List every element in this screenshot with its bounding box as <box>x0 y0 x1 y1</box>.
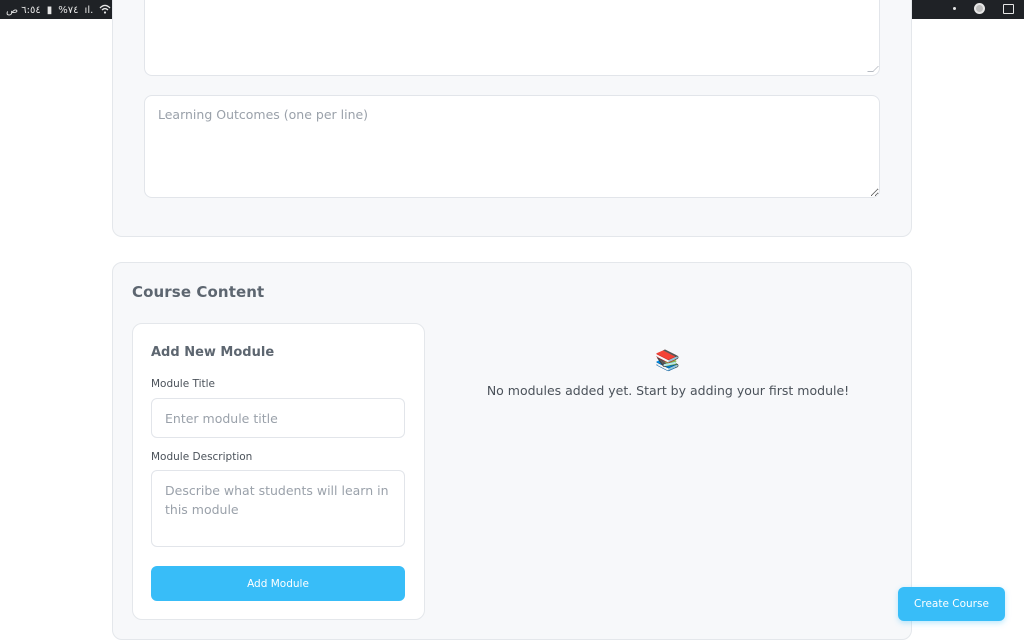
module-title-input[interactable] <box>151 398 405 438</box>
battery-level-text: %٧٤ <box>58 5 79 16</box>
module-title-label: Module Title <box>151 378 216 390</box>
learning-outcomes-field[interactable] <box>144 95 880 198</box>
create-course-button[interactable]: Create Course <box>898 587 1005 621</box>
battery-icon: ▮ <box>46 5 53 16</box>
clock-text: ٦:٥٤ ص <box>6 5 41 16</box>
status-bar-right <box>953 3 1014 14</box>
add-module-button[interactable]: Add Module <box>151 566 405 601</box>
gallery-icon <box>1003 3 1014 14</box>
description-textarea[interactable] <box>144 0 880 76</box>
resize-handle-icon[interactable] <box>867 66 879 72</box>
dot-icon <box>953 7 956 10</box>
wifi-icon <box>99 4 111 18</box>
signal-icon: ıl. <box>84 5 94 16</box>
record-icon <box>974 3 985 14</box>
books-icon: 📚 <box>655 348 680 372</box>
module-description-input[interactable] <box>151 470 405 547</box>
add-module-title: Add New Module <box>151 345 275 360</box>
empty-modules-message: No modules added yet. Start by adding yo… <box>486 383 850 398</box>
module-description-label: Module Description <box>151 451 253 463</box>
course-content-title: Course Content <box>132 283 265 301</box>
